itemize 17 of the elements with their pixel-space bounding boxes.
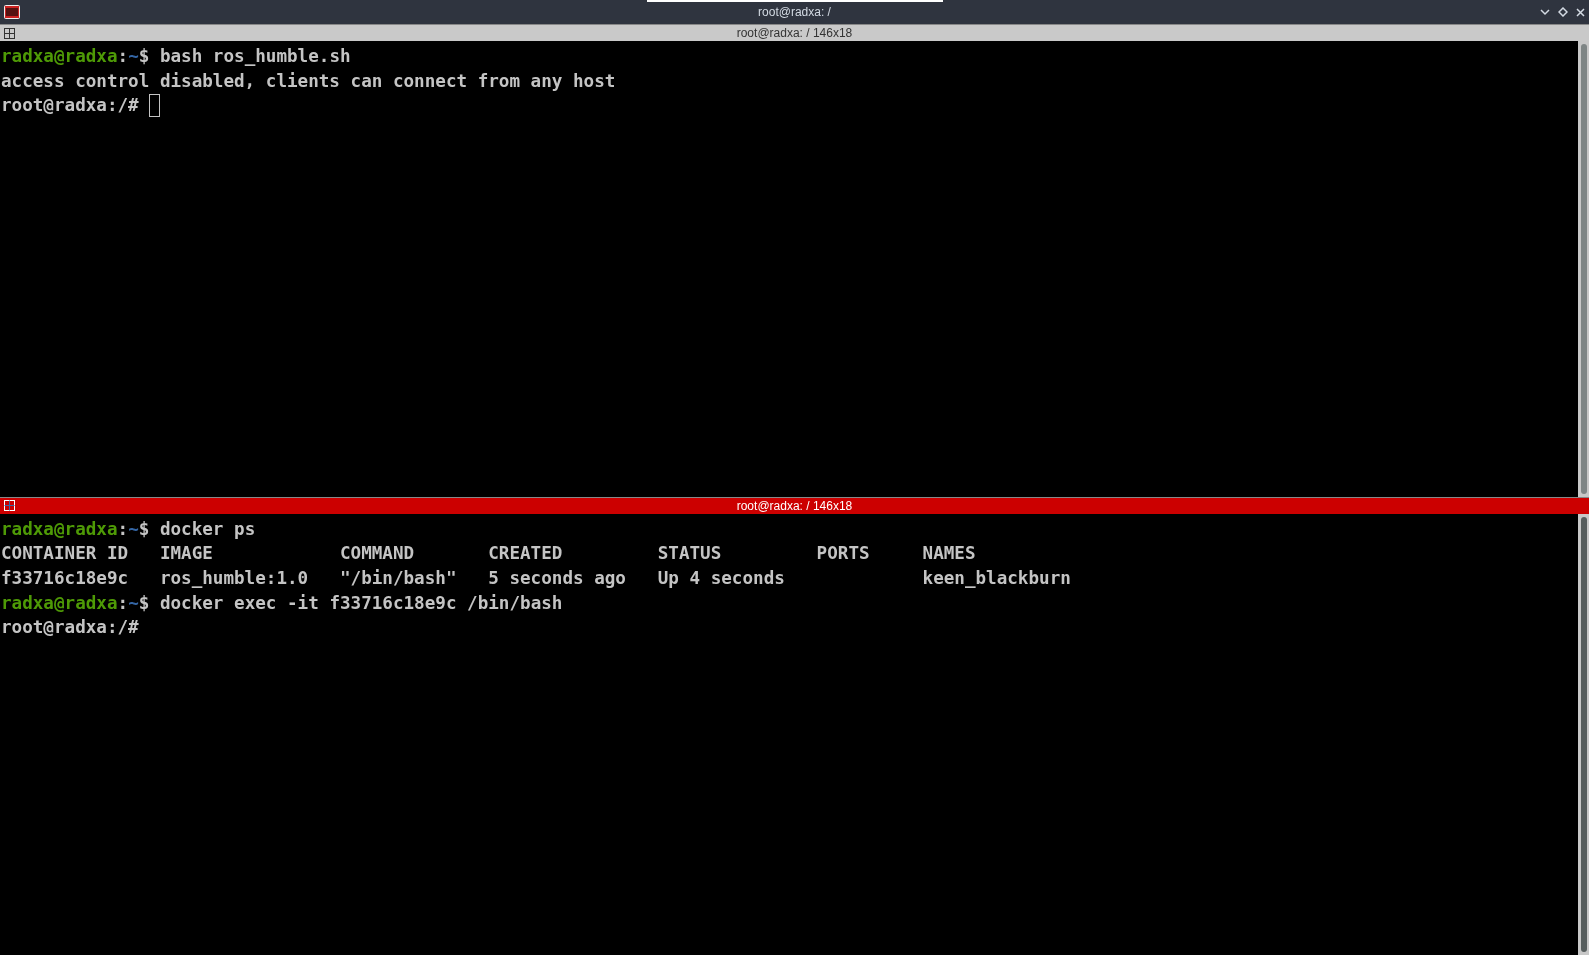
pane-title: root@radxa: / 146x18 (736, 26, 853, 40)
terminal-line: radxa@radxa:~$ docker ps (1, 517, 256, 541)
terminal-line: f33716c18e9c ros_humble:1.0 "/bin/bash" 5 seconds ago Up 4 seconds keen_blackburn (1, 567, 1071, 591)
terminal-icon (4, 5, 20, 19)
window-title: root@radxa: / (758, 5, 831, 19)
grid-icon[interactable] (4, 500, 15, 512)
terminal-line: access control disabled, clients can connect from any host (1, 69, 616, 93)
terminal-line: root@radxa:/# (1, 616, 139, 640)
close-icon[interactable] (1576, 7, 1585, 17)
minimize-icon[interactable] (1540, 8, 1550, 16)
grid-icon[interactable] (4, 27, 15, 39)
terminal-line: radxa@radxa:~$ bash ros_humble.sh (1, 45, 351, 68)
terminal-line: CONTAINER ID IMAGE COMMAND CREATED STATUS PORTS NAMES (1, 542, 976, 566)
pane-title: root@radxa: / 146x18 (736, 498, 853, 513)
terminal-line: root@radxa:/# (1, 94, 140, 118)
maximize-icon[interactable] (1558, 7, 1568, 17)
terminal-line: radxa@radxa:~$ docker exec -it f33716c18e9c /bin/bash (1, 591, 563, 615)
